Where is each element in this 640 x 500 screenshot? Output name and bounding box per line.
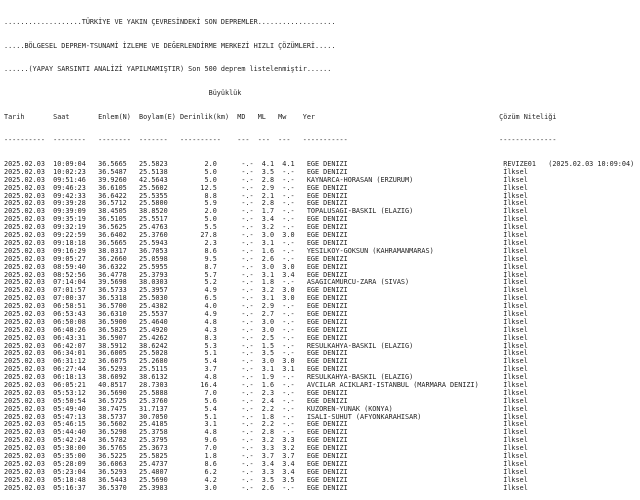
earthquake-row: 2025.02.03 05:28:09 36.6063 25.4737 8.6 …	[4, 459, 528, 468]
header-line-1: ...................TÜRKİYE VE YAKIN ÇEVR…	[4, 17, 336, 26]
magnitude-group-header: Büyüklük	[4, 88, 242, 97]
earthquake-row: 2025.02.03 05:16:37 36.5370 25.3983 3.0 …	[4, 483, 528, 492]
earthquake-row: 2025.02.03 05:46:15 36.5602 25.4185 3.1 …	[4, 420, 528, 429]
earthquake-row: 2025.02.03 05:49:40 38.7475 31.7137 5.4 …	[4, 404, 528, 413]
earthquake-row: 2025.02.03 05:23:04 36.5293 25.4807 6.2 …	[4, 467, 528, 476]
earthquake-row: 2025.02.03 05:47:13 38.5737 30.7050 5.1 …	[4, 412, 528, 421]
earthquake-row: 2025.02.03 05:35:00 36.5225 25.5825 1.8 …	[4, 451, 528, 460]
header-line-2: .....BÖLGESEL DEPREM-TSUNAMİ İZLEME VE D…	[4, 41, 336, 50]
column-separator: ---------- -------- -------- ------- ---…	[4, 136, 557, 145]
earthquake-row: 2025.02.03 05:42:24 36.5782 25.3795 9.6 …	[4, 436, 528, 445]
earthquake-list-document: ...................TÜRKİYE VE YAKIN ÇEVR…	[0, 0, 640, 500]
earthquake-row: 2025.02.03 05:38:00 36.5765 25.3673 7.0 …	[4, 444, 528, 453]
earthquake-row: 2025.02.03 05:18:48 36.5443 25.5690 4.2 …	[4, 475, 528, 484]
column-headers: Tarih Saat Enlem(N) Boylam(E) Derinlik(k…	[4, 112, 557, 121]
earthquake-row: 2025.02.03 05:44:40 36.5298 25.3758 4.8 …	[4, 428, 528, 437]
earthquake-rows: 2025.02.03 10:09:04 36.5665 25.5823 2.0 …	[4, 160, 640, 492]
header-line-3: ......(YAPAY SARSINTI ANALİZİ YAPILMAMIŞ…	[4, 65, 332, 74]
